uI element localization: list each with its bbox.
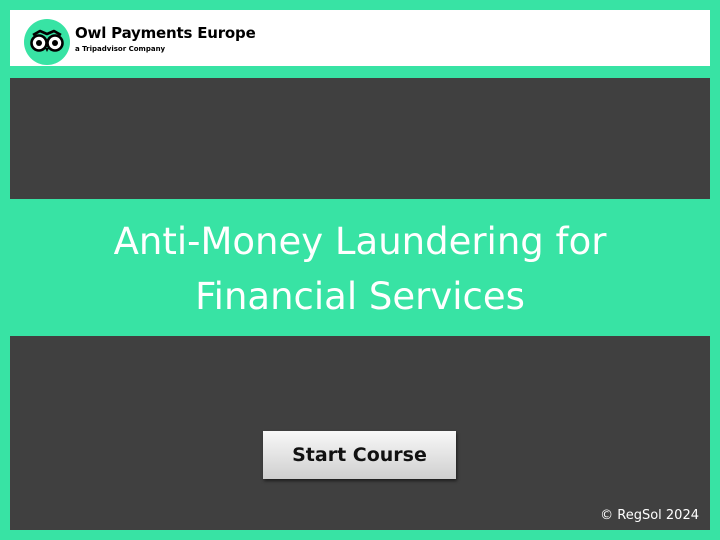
course-title: Anti-Money Laundering for Financial Serv… — [0, 214, 720, 324]
owl-logo-icon — [24, 19, 70, 65]
course-title-line-2: Financial Services — [195, 275, 525, 318]
course-title-line-1: Anti-Money Laundering for — [113, 220, 607, 263]
copyright-text: © RegSol 2024 — [600, 508, 699, 523]
top-panel — [10, 78, 710, 199]
owl-eyes-icon — [30, 29, 64, 52]
start-course-button[interactable]: Start Course — [263, 431, 456, 479]
brand-subtitle: a Tripadvisor Company — [75, 45, 166, 53]
header-divider — [10, 66, 710, 72]
brand-name: Owl Payments Europe — [75, 24, 256, 42]
